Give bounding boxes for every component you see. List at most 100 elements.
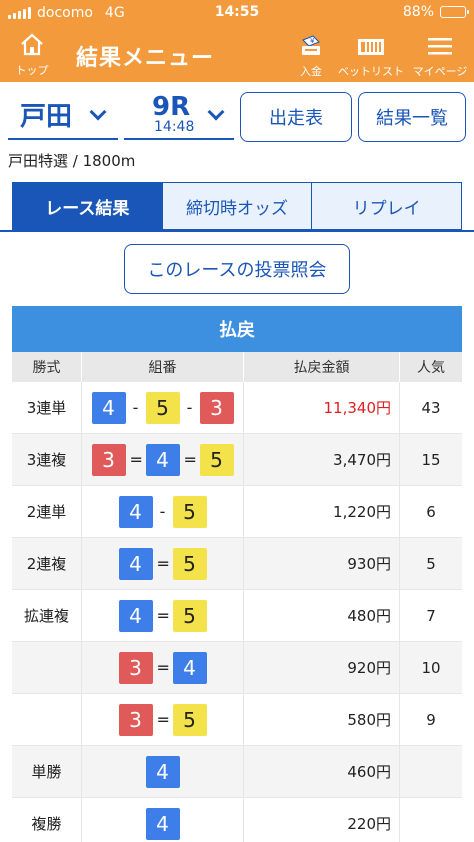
race-dropdown[interactable]: 9R 14:48 [124, 92, 234, 140]
page-title: 結果メニュー [76, 46, 215, 71]
combo-separator: - [132, 398, 139, 417]
popularity [400, 798, 462, 842]
results-list-button[interactable]: 結果一覧 [358, 92, 466, 142]
app-header: トップ 結果メニュー ¥ 入金 ベットリスト マイページ [0, 26, 474, 82]
menu-icon [428, 38, 452, 55]
table-row: 3連単 4-5-3 11,340円 43 [12, 382, 462, 434]
betlist-icon [358, 39, 384, 55]
bet-type: 複勝 [12, 798, 82, 842]
combination: 4 [82, 746, 244, 797]
popularity: 43 [421, 398, 441, 417]
race-info: 戸田特選 / 1800m [8, 152, 136, 170]
boat-number-badge: 4 [118, 495, 153, 528]
mypage-label: マイページ [412, 65, 468, 78]
bet-type: 拡連複 [12, 590, 82, 641]
payout-title: 払戻 [12, 306, 462, 352]
race-selector-row: 戸田 9R 14:48 出走表 結果一覧 [0, 92, 474, 144]
payout-amount: 580円 [244, 694, 400, 745]
boat-number-badge: 5 [172, 599, 207, 632]
bet-type [12, 642, 82, 693]
boat-number-badge: 4 [91, 391, 126, 424]
combination: 4 = 5 [82, 538, 244, 589]
table-row: 3 = 5 580円 9 [12, 694, 462, 746]
status-right: 88% [403, 4, 469, 20]
boat-number-badge: 4 [145, 443, 180, 476]
popularity: 5 [426, 554, 436, 573]
table-row: 3 = 4 920円 10 [12, 642, 462, 694]
payout-table: 払戻 勝式 組番 払戻金額 人気 3連単 4-5-3 11,340円 43 3連複 3 = 4… [12, 306, 462, 842]
payout-amount: 920円 [244, 642, 400, 693]
combination: 4-5-3 [82, 382, 244, 433]
payout-amount: 460円 [244, 746, 400, 797]
tab-bar: レース結果 締切時オッズ リプレイ [12, 182, 463, 230]
entries-button[interactable]: 出走表 [240, 92, 352, 142]
boat-number-badge: 4 [118, 547, 153, 580]
tab-race-result[interactable]: レース結果 [12, 182, 163, 230]
boat-number-badge: 5 [172, 703, 207, 736]
table-row: 複勝 4 220円 [12, 798, 462, 842]
payout-columns: 勝式 組番 払戻金額 人気 [12, 352, 462, 382]
chevron-down-icon [207, 103, 225, 121]
boat-number-badge: 5 [172, 547, 207, 580]
combination: 3 = 4 = 5 [82, 434, 244, 485]
boat-number-badge: 3 [199, 391, 234, 424]
boat-number-badge: 5 [199, 443, 234, 476]
payout-amount: 930円 [244, 538, 400, 589]
home-button[interactable]: トップ [8, 32, 56, 78]
combination: 4-5 [82, 486, 244, 537]
venue-name: 戸田 [20, 102, 73, 132]
table-row: 単勝 4 460円 [12, 746, 462, 798]
payout-amount: 1,220円 [244, 486, 400, 537]
boat-number-badge: 4 [145, 807, 180, 840]
deposit-badge: ¥ [310, 37, 315, 45]
boat-number-badge: 4 [145, 755, 180, 788]
boat-number-badge: 4 [118, 599, 153, 632]
payout-rows: 3連単 4-5-3 11,340円 43 3連複 3 = 4 = 5 3,470円 15 2連単 4-5 1… [12, 382, 462, 842]
payout-amount: 480円 [244, 590, 400, 641]
popularity: 6 [426, 502, 436, 521]
column-header-type: 勝式 [12, 352, 82, 382]
home-icon [21, 33, 43, 56]
popularity [400, 746, 462, 797]
table-row: 2連複 4 = 5 930円 5 [12, 538, 462, 590]
popularity: 7 [426, 606, 436, 625]
deposit-icon: ¥ [302, 35, 320, 55]
boat-number-badge: 3 [118, 703, 153, 736]
deposit-label: 入金 [300, 65, 322, 78]
payout-amount: 220円 [244, 798, 400, 842]
ticket-inquiry-button[interactable]: このレースの投票照会 [124, 244, 350, 294]
bet-type: 単勝 [12, 746, 82, 797]
deposit-button[interactable]: ¥ 入金 [290, 34, 332, 79]
payout-amount: 11,340円 [244, 382, 400, 433]
battery-icon [440, 6, 469, 18]
chevron-down-icon [89, 103, 107, 121]
bet-type: 3連単 [12, 382, 82, 433]
bet-type: 2連単 [12, 486, 82, 537]
combo-separator: = [156, 554, 170, 573]
payout-amount: 3,470円 [244, 434, 400, 485]
boat-number-badge: 4 [172, 651, 207, 684]
table-row: 拡連複 4 = 5 480円 7 [12, 590, 462, 642]
column-header-popularity: 人気 [417, 360, 445, 376]
table-row: 2連単 4-5 1,220円 6 [12, 486, 462, 538]
boat-number-badge: 3 [91, 443, 126, 476]
combo-separator: = [183, 450, 197, 469]
tab-replay[interactable]: リプレイ [312, 182, 463, 230]
venue-dropdown[interactable]: 戸田 [8, 92, 118, 140]
race-number: 9R [152, 92, 191, 122]
combination: 4 = 5 [82, 590, 244, 641]
combo-separator: - [159, 502, 166, 521]
mypage-button[interactable]: マイページ [410, 34, 470, 79]
combination: 3 = 4 [82, 642, 244, 693]
boat-number-badge: 3 [118, 651, 153, 684]
bet-type: 3連複 [12, 434, 82, 485]
bet-type: 2連複 [12, 538, 82, 589]
combo-separator: = [156, 606, 170, 625]
home-label: トップ [15, 64, 49, 77]
table-row: 3連複 3 = 4 = 5 3,470円 15 [12, 434, 462, 486]
popularity: 10 [421, 658, 441, 677]
betlist-button[interactable]: ベットリスト [338, 34, 404, 79]
bet-type [12, 694, 82, 745]
tab-closing-odds[interactable]: 締切時オッズ [162, 182, 313, 230]
popularity: 9 [426, 710, 436, 729]
